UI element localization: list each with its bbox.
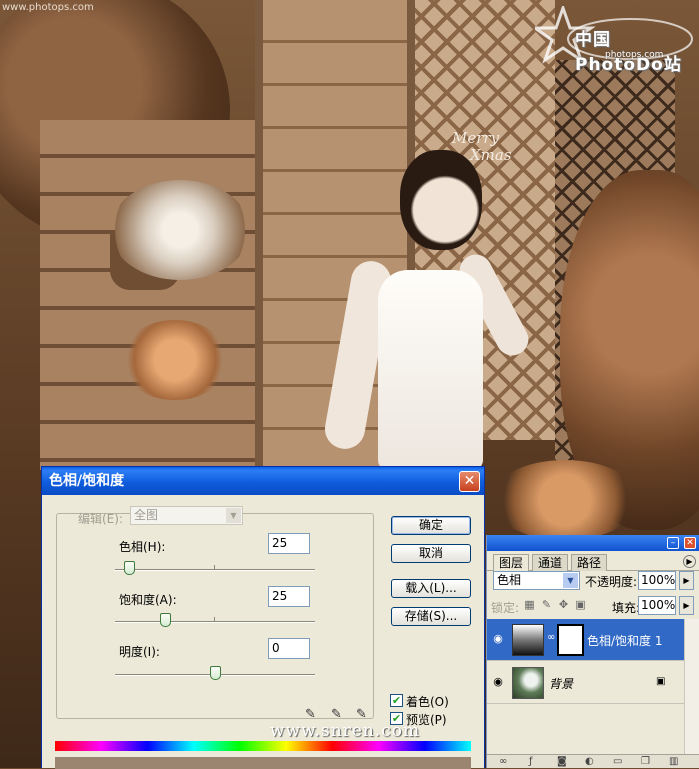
- close-button[interactable]: ✕: [459, 471, 480, 492]
- panel-tabs: 图层 通道 路径: [487, 552, 699, 572]
- layer-name: 背景: [549, 677, 574, 691]
- save-button[interactable]: 存储(S)...: [391, 607, 471, 626]
- blend-mode-value: 色相: [497, 573, 522, 587]
- layer-mask-thumbnail[interactable]: [557, 624, 584, 656]
- panel-menu-icon[interactable]: ▶: [683, 555, 696, 568]
- fill-label: 填充:: [612, 601, 641, 615]
- sign-line-1: Merry: [452, 129, 500, 147]
- new-group-icon[interactable]: ▭: [613, 756, 622, 767]
- blend-mode-select[interactable]: 色相 ▼: [493, 571, 580, 590]
- adjustment-layer-icon[interactable]: ◐: [585, 756, 594, 767]
- load-button[interactable]: 载入(L)...: [391, 579, 471, 598]
- lock-pixels-icon[interactable]: ✎: [540, 598, 553, 611]
- adjustment-group: [56, 513, 374, 719]
- link-layers-icon[interactable]: ∞: [499, 756, 507, 767]
- tab-layers[interactable]: 图层: [493, 554, 530, 572]
- wooden-wall-left: [40, 120, 255, 470]
- edit-select: 全图 ▼: [130, 506, 243, 525]
- opacity-arrow-icon[interactable]: ▶: [679, 571, 694, 590]
- colorize-label: 着色(O): [406, 695, 449, 709]
- fill-input[interactable]: 100%: [638, 596, 676, 615]
- hue-label: 色相(H):: [119, 540, 166, 554]
- dialog-titlebar[interactable]: 色相/饱和度 ✕: [42, 467, 484, 495]
- edit-label: 编辑(E):: [78, 512, 123, 526]
- sign-line-2: Xmas: [470, 146, 512, 164]
- lock-icon: ▣: [656, 676, 666, 687]
- eye-icon[interactable]: ◉: [491, 632, 505, 646]
- lock-position-icon[interactable]: ✥: [557, 598, 570, 611]
- minimize-icon[interactable]: –: [667, 537, 679, 549]
- hue-slider-thumb[interactable]: [124, 561, 135, 575]
- layer-style-icon[interactable]: ƒ: [529, 756, 533, 767]
- merry-xmas-sign: Merry Xmas: [452, 130, 512, 164]
- panel-titlebar[interactable]: – ✕: [487, 535, 699, 551]
- panel-bottom-toolbar: ∞ ƒ ◙ ◐ ▭ ❐ ▥: [487, 754, 699, 768]
- eye-icon[interactable]: ◉: [491, 675, 505, 689]
- watermark-bottom: www.snren.com: [270, 721, 421, 741]
- lightness-slider-thumb[interactable]: [210, 666, 221, 680]
- watermark-top-left: www.photops.com: [2, 2, 94, 13]
- saturation-label: 饱和度(A):: [119, 593, 177, 607]
- opacity-label: 不透明度:: [585, 575, 638, 589]
- lock-transparency-icon[interactable]: ▦: [523, 598, 536, 611]
- girl-dress: [378, 270, 483, 470]
- lock-all-icon[interactable]: ▣: [574, 598, 587, 611]
- edit-select-value: 全图: [134, 508, 159, 522]
- layers-scrollbar[interactable]: [684, 619, 699, 755]
- lightness-slider[interactable]: [115, 666, 315, 680]
- orange-flowers-right: [490, 460, 640, 540]
- dialog-title: 色相/饱和度: [49, 473, 125, 489]
- hue-center-tick: [214, 565, 215, 569]
- saturation-slider[interactable]: [115, 613, 315, 627]
- tab-paths[interactable]: 路径: [571, 554, 608, 571]
- adjustment-layer-thumbnail: [512, 624, 544, 656]
- add-mask-icon[interactable]: ◙: [557, 756, 567, 767]
- tab-channels[interactable]: 通道: [532, 554, 569, 571]
- hue-slider[interactable]: [115, 561, 315, 575]
- opacity-input[interactable]: 100%: [638, 571, 676, 590]
- layer-row-adjustment[interactable]: ◉ ∞ 色相/饱和度 1: [487, 619, 684, 661]
- saturation-input[interactable]: 25: [268, 586, 310, 607]
- new-layer-icon[interactable]: ❐: [641, 756, 650, 767]
- saturation-slider-thumb[interactable]: [160, 613, 171, 627]
- background-layer-thumbnail: [512, 667, 544, 699]
- layers-panel: – ✕ 图层 通道 路径 ▶ 色相 ▼ 不透明度: 100% ▶ 锁定: ▦ ✎…: [486, 535, 699, 768]
- lightness-label: 明度(I):: [119, 645, 160, 659]
- close-icon[interactable]: ✕: [684, 537, 696, 549]
- orange-flowers: [120, 320, 230, 400]
- hue-input[interactable]: 25: [268, 533, 310, 554]
- chevron-down-icon: ▼: [226, 508, 241, 523]
- lock-label: 锁定:: [491, 601, 520, 615]
- layer-row-background[interactable]: ◉ 背景 ▣: [487, 662, 684, 704]
- fill-arrow-icon[interactable]: ▶: [679, 596, 694, 615]
- lightness-input[interactable]: 0: [268, 638, 310, 659]
- logo-subtext: photops.com: [605, 50, 664, 60]
- ok-button[interactable]: 确定: [391, 516, 471, 535]
- trash-icon[interactable]: ▥: [669, 756, 678, 767]
- chain-link-icon[interactable]: ∞: [547, 632, 555, 643]
- cancel-button[interactable]: 取消: [391, 544, 471, 563]
- white-flowers: [110, 180, 250, 280]
- saturation-center-tick: [214, 617, 215, 621]
- chevron-down-icon: ▼: [563, 573, 578, 588]
- layer-name: 色相/饱和度 1: [587, 634, 663, 648]
- girl-head: [400, 150, 482, 250]
- colorize-checkbox[interactable]: ✔: [390, 694, 403, 707]
- input-color-spectrum: [55, 741, 471, 751]
- output-color-bar: [55, 757, 471, 769]
